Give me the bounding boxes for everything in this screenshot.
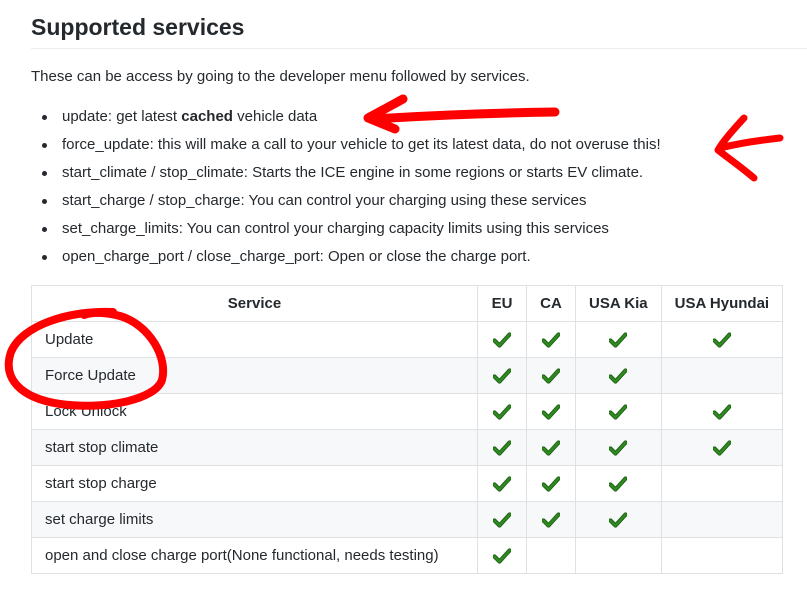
list-item-text: open_charge_port / close_charge_port: Op… bbox=[62, 248, 531, 265]
check-mark-icon bbox=[609, 440, 628, 456]
support-cell-ca bbox=[526, 321, 576, 358]
check-mark-icon bbox=[542, 512, 560, 528]
check-mark-icon bbox=[542, 476, 560, 492]
column-header-ca: CA bbox=[526, 285, 576, 322]
services-table: Service EU CA USA Kia USA Hyundai Update… bbox=[31, 285, 784, 574]
check-mark-icon bbox=[712, 404, 731, 420]
support-cell-usa-hyundai bbox=[660, 465, 784, 502]
list-item-emphasis: cached bbox=[181, 108, 233, 125]
check-mark-icon bbox=[609, 512, 628, 528]
check-mark-icon bbox=[493, 512, 511, 528]
list-item-text: update: get latest bbox=[62, 108, 182, 125]
list-item: open_charge_port / close_charge_port: Op… bbox=[31, 246, 661, 274]
check-mark-icon bbox=[493, 332, 511, 348]
list-item-text: start_charge / stop_charge: You can cont… bbox=[62, 192, 587, 209]
column-header-usa-hyundai: USA Hyundai bbox=[660, 285, 784, 322]
support-cell-eu bbox=[477, 465, 527, 502]
support-cell-usa-kia bbox=[575, 429, 662, 466]
support-cell-usa-hyundai bbox=[660, 321, 784, 358]
check-mark-icon bbox=[609, 332, 628, 348]
support-cell-usa-hyundai bbox=[660, 393, 784, 430]
table-row: Force Update bbox=[31, 357, 784, 394]
service-name-cell: Lock Unlock bbox=[31, 393, 478, 430]
annotation-arrow-head bbox=[714, 114, 758, 182]
service-name-cell: Update bbox=[31, 321, 478, 358]
table-row: start stop climate bbox=[31, 429, 784, 466]
support-cell-usa-kia bbox=[575, 393, 662, 430]
table-row: set charge limits bbox=[31, 501, 784, 538]
heading-divider bbox=[31, 48, 807, 49]
support-cell-usa-hyundai bbox=[660, 537, 784, 574]
support-cell-eu bbox=[477, 537, 527, 574]
support-cell-usa-kia bbox=[575, 537, 662, 574]
support-cell-ca bbox=[526, 357, 576, 394]
services-list: update: get latest cached vehicle data f… bbox=[31, 106, 661, 274]
list-item-text: set_charge_limits: You can control your … bbox=[62, 220, 609, 237]
support-cell-eu bbox=[477, 501, 527, 538]
support-cell-usa-hyundai bbox=[660, 357, 784, 394]
check-mark-icon bbox=[542, 440, 560, 456]
check-mark-icon bbox=[493, 368, 511, 384]
list-item: start_climate / stop_climate: Starts the… bbox=[31, 162, 661, 190]
table-header-row: Service EU CA USA Kia USA Hyundai bbox=[31, 285, 784, 322]
check-mark-icon bbox=[542, 332, 560, 348]
service-name-cell: start stop climate bbox=[31, 429, 478, 466]
support-cell-usa-hyundai bbox=[660, 429, 784, 466]
support-cell-usa-kia bbox=[575, 357, 662, 394]
list-item: update: get latest cached vehicle data bbox=[31, 106, 661, 134]
support-cell-ca bbox=[526, 537, 576, 574]
support-cell-eu bbox=[477, 429, 527, 466]
table-row: start stop charge bbox=[31, 465, 784, 502]
service-name-cell: Force Update bbox=[31, 357, 478, 394]
list-item-text-end: vehicle data bbox=[232, 108, 318, 125]
table-row: open and close charge port(None function… bbox=[31, 537, 784, 574]
support-cell-eu bbox=[477, 321, 527, 358]
check-mark-icon bbox=[493, 404, 511, 420]
intro-text: These can be access by going to the deve… bbox=[31, 68, 530, 85]
support-cell-ca bbox=[526, 429, 576, 466]
column-header-service: Service bbox=[31, 285, 478, 322]
table-row: Lock Unlock bbox=[31, 393, 784, 430]
column-header-eu: EU bbox=[477, 285, 527, 322]
column-header-usa-kia: USA Kia bbox=[575, 285, 662, 322]
support-cell-usa-kia bbox=[575, 321, 662, 358]
support-cell-eu bbox=[477, 393, 527, 430]
service-name-cell: set charge limits bbox=[31, 501, 478, 538]
check-mark-icon bbox=[493, 548, 511, 564]
check-mark-icon bbox=[542, 368, 560, 384]
service-name-cell: open and close charge port(None function… bbox=[31, 537, 478, 574]
check-mark-icon bbox=[712, 332, 731, 348]
check-mark-icon bbox=[609, 404, 628, 420]
support-cell-ca bbox=[526, 465, 576, 502]
check-mark-icon bbox=[712, 440, 731, 456]
list-item: force_update: this will make a call to y… bbox=[31, 134, 661, 162]
support-cell-usa-kia bbox=[575, 465, 662, 502]
list-item: start_charge / stop_charge: You can cont… bbox=[31, 190, 661, 218]
list-item-text: force_update: this will make a call to y… bbox=[62, 136, 661, 153]
table-row: Update bbox=[31, 321, 784, 358]
support-cell-eu bbox=[477, 357, 527, 394]
list-item-text: start_climate / stop_climate: Starts the… bbox=[62, 164, 644, 181]
check-mark-icon bbox=[542, 404, 560, 420]
check-mark-icon bbox=[493, 476, 511, 492]
service-name-cell: start stop charge bbox=[31, 465, 478, 502]
check-mark-icon bbox=[609, 368, 628, 384]
support-cell-usa-hyundai bbox=[660, 501, 784, 538]
check-mark-icon bbox=[493, 440, 511, 456]
support-cell-usa-kia bbox=[575, 501, 662, 538]
support-cell-ca bbox=[526, 393, 576, 430]
annotation-arrow-shaft bbox=[716, 134, 784, 152]
list-item: set_charge_limits: You can control your … bbox=[31, 218, 661, 246]
check-mark-icon bbox=[609, 476, 628, 492]
page-title: Supported services bbox=[31, 14, 245, 40]
support-cell-ca bbox=[526, 501, 576, 538]
